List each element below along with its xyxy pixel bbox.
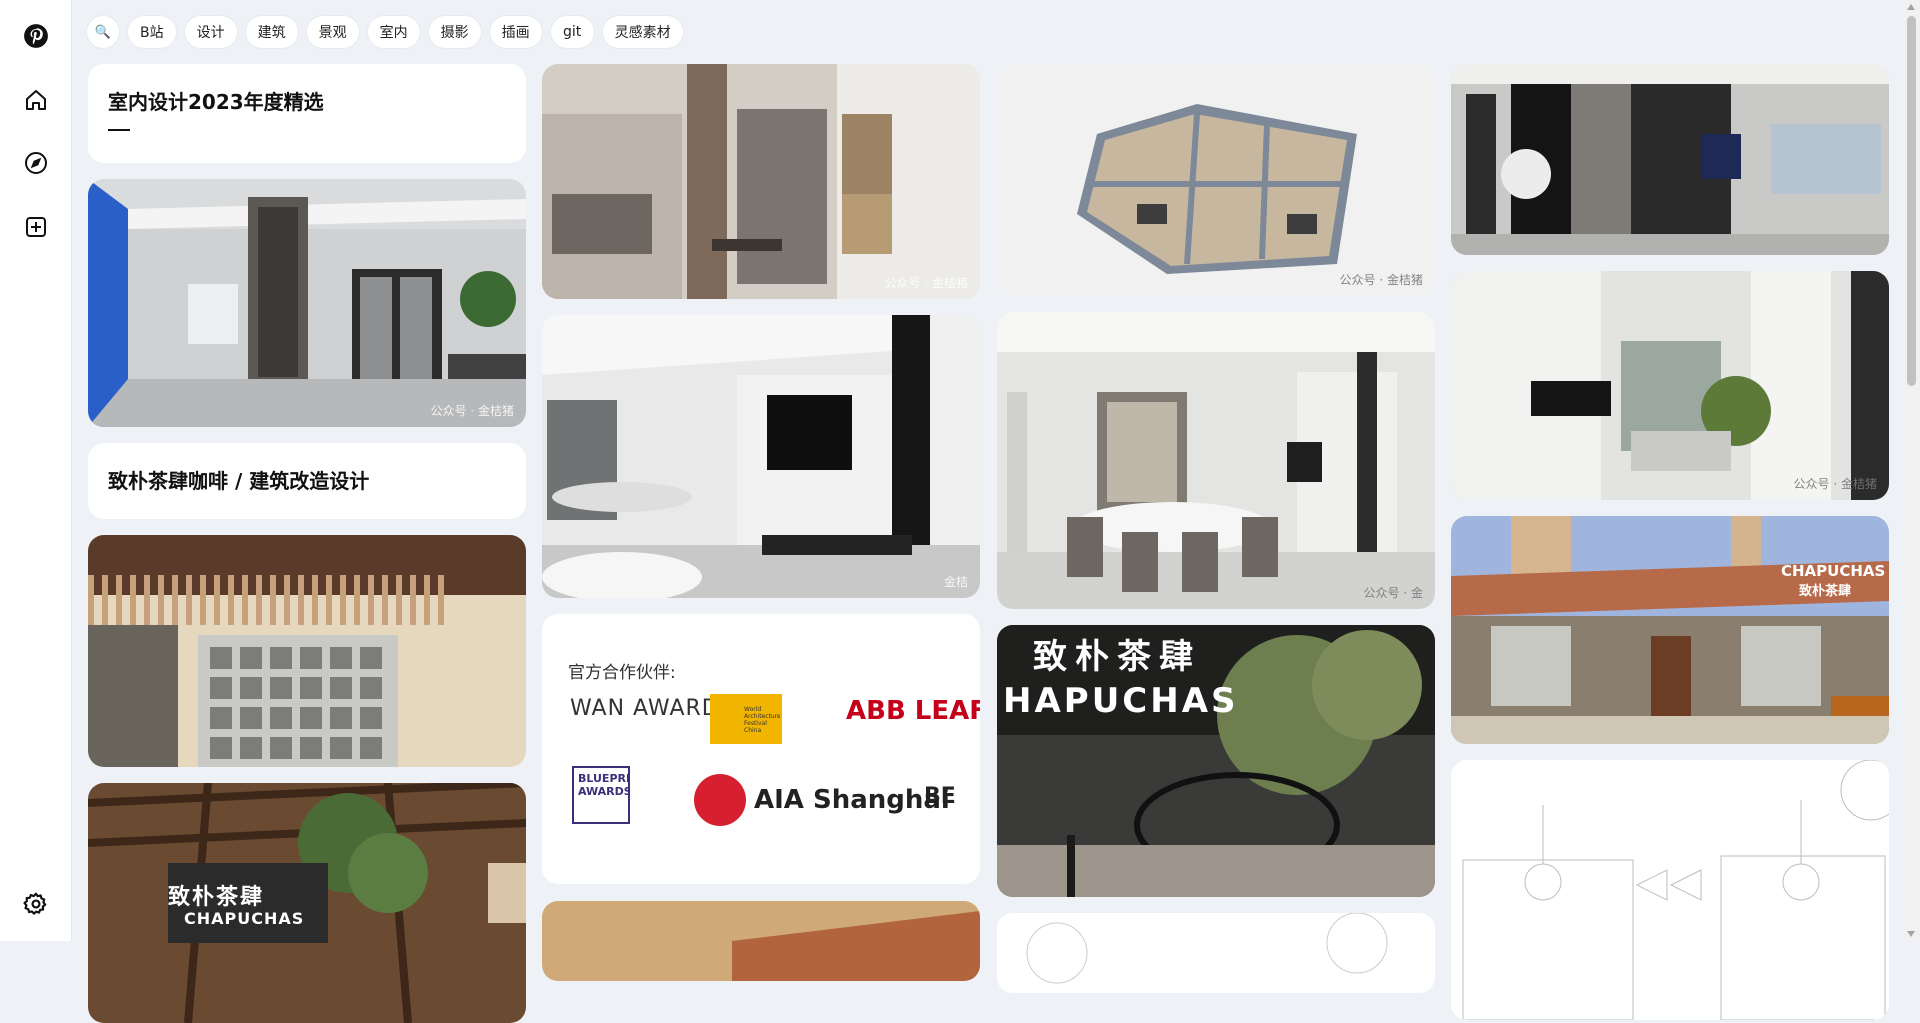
compass-icon[interactable] [20, 147, 52, 179]
cafe-interior-photo [88, 783, 526, 1023]
pin-card-image[interactable]: CHAPUCHAS 致朴茶肆 [1451, 516, 1889, 744]
pin-card-partners[interactable]: 官方合作伙伴: WAN AWARDS World Architecture Fe… [542, 614, 980, 884]
chip-label: 设计 [196, 25, 225, 41]
partner-logo-abb: ABB LEAF AWARDS [846, 698, 980, 724]
filter-chip[interactable]: 灵感素材 [602, 16, 683, 48]
courtyard-sign: HAPUCHAS [1003, 681, 1239, 721]
filter-chip[interactable]: 室内 [367, 16, 420, 48]
scrollbar-thumb[interactable] [1907, 16, 1916, 386]
filter-chip[interactable]: 摄影 [428, 16, 481, 48]
filter-chip[interactable]: 景观 [306, 16, 359, 48]
scroll-up-arrow-icon[interactable] [1907, 4, 1915, 10]
pin-card-image[interactable]: 金桔 [542, 315, 980, 598]
floorplan-render [997, 64, 1435, 296]
divider [108, 129, 130, 131]
filter-chip[interactable]: 插画 [489, 16, 542, 48]
pin-card-image[interactable]: 公众号 · 金桔猪 [997, 64, 1435, 296]
pin-card-text[interactable]: 致朴茶肆咖啡 / 建筑改造设计 [88, 443, 526, 519]
chip-label: 灵感素材 [614, 25, 671, 41]
elevation-drawing [1451, 760, 1889, 1020]
pinterest-logo-icon[interactable] [20, 20, 52, 52]
pin-card-image[interactable]: 公众号 · 金桔猪 [542, 64, 980, 299]
watermark: 公众号 · 金桔猪 [1339, 273, 1423, 287]
filter-chip[interactable]: 设计 [184, 16, 237, 48]
pin-card-image[interactable]: 公众号 · 金 [997, 312, 1435, 609]
partners-heading: 官方合作伙伴: [568, 663, 676, 683]
roof-photo [542, 901, 980, 981]
search-button[interactable]: 🔍 [87, 16, 119, 48]
pin-card-image[interactable]: 致朴茶肆 CHAPUCHAS [88, 783, 526, 1023]
cafe-sign: CHAPUCHAS [1781, 562, 1886, 580]
partner-logo-aia: AIA Shanghai [694, 774, 950, 826]
filter-chip[interactable]: git [550, 16, 594, 48]
dining-room-photo [997, 312, 1435, 609]
interior-photo [88, 179, 526, 427]
partner-logo-waf: World Architecture Festival China [710, 694, 782, 744]
pin-title: 室内设计2023年度精选 [108, 90, 324, 114]
pin-card-image[interactable]: 致朴茶肆 HAPUCHAS [997, 625, 1435, 897]
entry-photo [542, 64, 980, 299]
home-icon[interactable] [20, 84, 52, 116]
add-icon[interactable] [20, 211, 52, 243]
partner-logo-text: World Architecture Festival China [744, 706, 780, 734]
aia-badge-icon [694, 774, 746, 826]
chip-label: 摄影 [440, 25, 469, 41]
watermark: 公众号 · 金桔猪 [430, 404, 514, 418]
scroll-down-arrow-icon[interactable] [1907, 931, 1915, 937]
pin-card-image[interactable] [542, 901, 980, 981]
pin-card-image[interactable] [88, 535, 526, 767]
living-room-photo [542, 315, 980, 598]
partner-logo-blueprint: BLUEPRINT AWARDS [572, 766, 630, 824]
side-nav [0, 0, 72, 941]
chip-label: 建筑 [257, 25, 286, 41]
sketch-drawing [997, 913, 1435, 993]
chip-label: B站 [140, 25, 164, 41]
pin-card-image[interactable] [997, 913, 1435, 993]
partner-logo-text: BE [924, 784, 956, 809]
chip-label: git [562, 24, 582, 40]
courtyard-sign-cn: 致朴茶肆 [1033, 637, 1201, 677]
chip-label: 景观 [318, 25, 347, 41]
partner-logo-text: AIA Shanghai [754, 785, 950, 815]
pin-title: 致朴茶肆咖啡 / 建筑改造设计 [108, 469, 370, 493]
filter-bar: 🔍 B站 设计 建筑 景观 室内 摄影 插画 git 灵感素材 [87, 16, 683, 48]
watermark: 公众号 · 金桔猪 [884, 276, 968, 290]
partner-logo-text: BLUEPRINT AWARDS [578, 772, 630, 798]
search-icon: 🔍 [94, 24, 112, 40]
watermark: 公众号 · 金 [1363, 586, 1423, 600]
page-scrollbar[interactable] [1903, 0, 1920, 941]
pin-card-image[interactable]: 公众号 · 金桔猪 [88, 179, 526, 427]
cafe-sign-cn: 致朴茶肆 [1799, 584, 1852, 599]
watermark: 公众号 · 金桔猪 [1793, 477, 1877, 491]
gear-icon[interactable] [20, 888, 52, 920]
pin-card-image[interactable]: 公众号 · 金桔猪 [1451, 271, 1889, 500]
pin-card-image[interactable] [1451, 64, 1889, 255]
cafe-facade-photo [88, 535, 526, 767]
cafe-sign-cn: 致朴茶肆 [168, 885, 265, 910]
pin-card-image[interactable] [1451, 760, 1889, 1020]
chip-label: 插画 [501, 25, 530, 41]
marble-living-photo [1451, 64, 1889, 255]
chip-label: 室内 [379, 25, 408, 41]
filter-chip[interactable]: 建筑 [245, 16, 298, 48]
pin-card-text[interactable]: 室内设计2023年度精选 [88, 64, 526, 163]
cafe-sign: CHAPUCHAS [184, 909, 305, 928]
cabinet-living-photo [1451, 271, 1889, 500]
partner-logo-text: ABB LEAF AWARDS [846, 696, 980, 726]
cafe-exterior-photo [1451, 516, 1889, 744]
partner-logo-be: BE [924, 784, 956, 809]
filter-chip[interactable]: B站 [128, 16, 176, 48]
watermark: 金桔 [943, 575, 968, 589]
